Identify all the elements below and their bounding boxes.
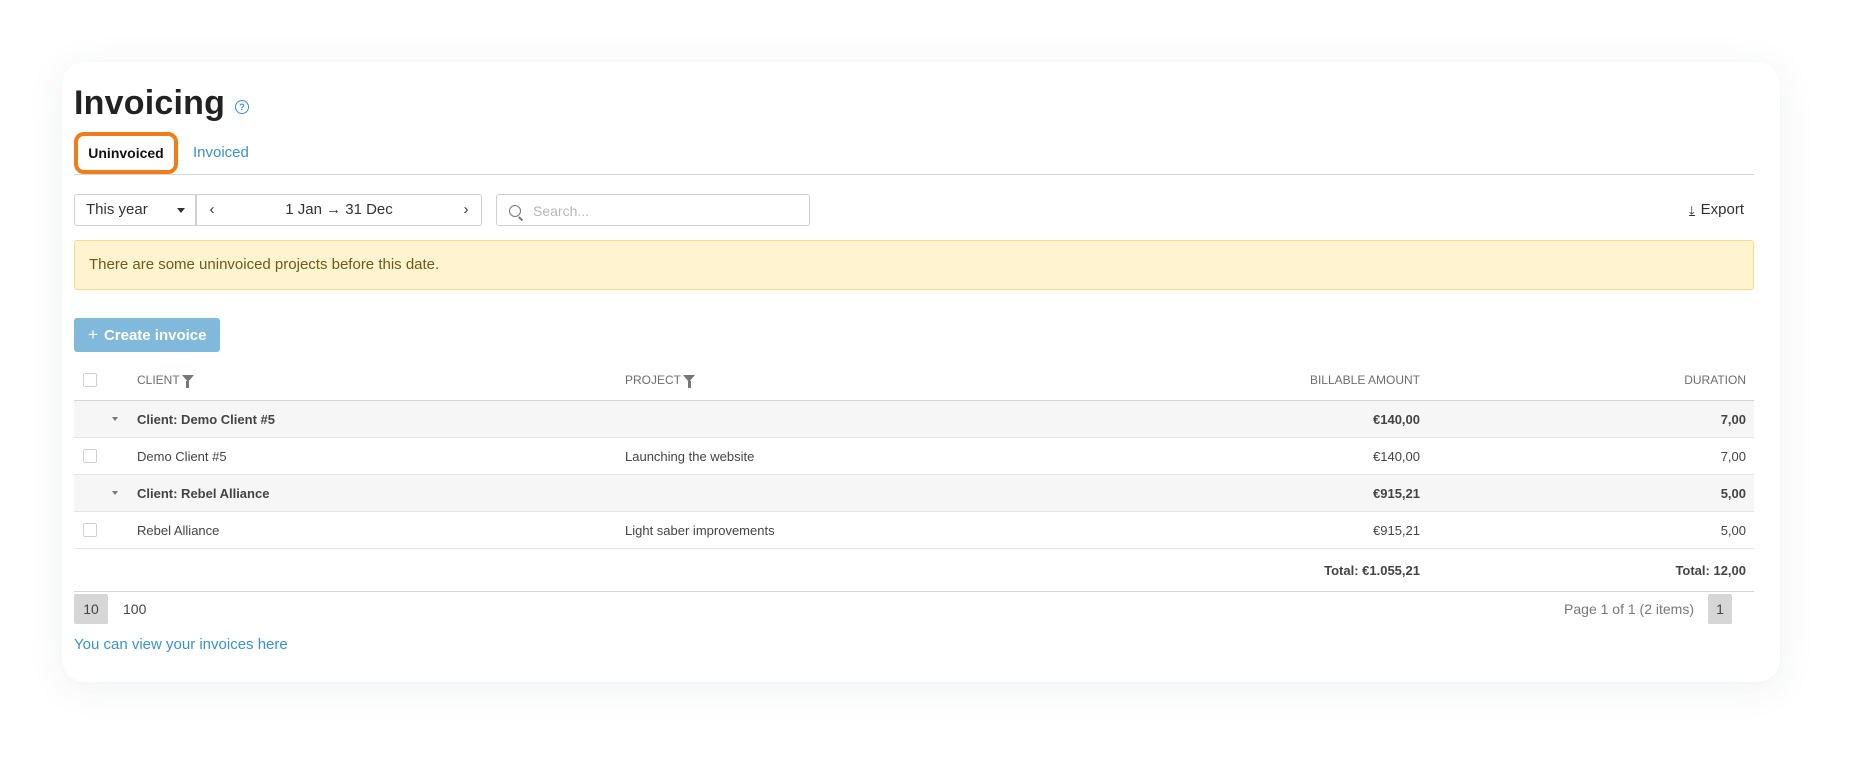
filter-icon[interactable] — [683, 374, 696, 388]
chevron-right-icon[interactable]: › — [455, 195, 477, 225]
tab-bar: Uninvoiced Invoiced — [74, 132, 1754, 175]
view-invoices-link[interactable]: You can view your invoices here — [74, 636, 288, 653]
row-client: Demo Client #5 — [137, 448, 227, 464]
row-duration: 7,00 — [1720, 448, 1746, 464]
page-size-10[interactable]: 10 — [74, 594, 108, 624]
period-select-value: This year — [86, 201, 148, 218]
row-project: Light saber improvements — [625, 522, 775, 538]
totals-row: Total: €1.055,21 Total: 12,00 — [74, 549, 1754, 592]
column-amount: BILLABLE AMOUNT — [1309, 373, 1420, 387]
toolbar: This year 1 Jan → 31 Dec ‹ › ⤓ Export — [74, 194, 1754, 227]
search-icon — [509, 205, 521, 217]
export-button[interactable]: ⤓ Export — [1688, 194, 1744, 226]
group-amount: €915,21 — [1373, 485, 1420, 501]
search-box — [496, 194, 810, 227]
column-duration: DURATION — [1684, 373, 1746, 387]
header-checkbox-cell — [83, 360, 97, 400]
collapse-caret-icon[interactable] — [112, 491, 118, 495]
tab-invoiced[interactable]: Invoiced — [193, 132, 249, 174]
row-client: Rebel Alliance — [137, 522, 220, 538]
column-project: PROJECT — [625, 360, 696, 400]
create-invoice-label: Create invoice — [103, 327, 207, 344]
page-size-100[interactable]: 100 — [123, 594, 146, 624]
table-footer: 10 100 Page 1 of 1 (2 items) 1 — [74, 594, 1754, 624]
period-select[interactable]: This year — [74, 194, 196, 226]
group-amount: €140,00 — [1373, 411, 1420, 427]
page-title: Invoicing — [74, 84, 226, 122]
select-all-checkbox[interactable] — [83, 373, 97, 387]
date-range: 1 Jan → 31 Dec ‹ › — [196, 194, 482, 226]
help-icon[interactable]: ? — [235, 99, 250, 114]
filter-icon[interactable] — [181, 374, 194, 388]
row-checkbox[interactable] — [83, 449, 97, 463]
page-button-1[interactable]: 1 — [1708, 594, 1732, 624]
group-label: Client: Rebel Alliance — [137, 485, 270, 501]
row-amount: €915,21 — [1373, 522, 1420, 538]
group-row[interactable]: Client: Rebel Alliance €915,21 5,00 — [74, 475, 1754, 512]
group-row[interactable]: Client: Demo Client #5 €140,00 7,00 — [74, 401, 1754, 438]
warning-alert: There are some uninvoiced projects befor… — [74, 240, 1754, 290]
chevron-left-icon[interactable]: ‹ — [201, 195, 223, 225]
row-checkbox[interactable] — [83, 523, 97, 537]
page-info: Page 1 of 1 (2 items) — [1564, 601, 1694, 617]
row-duration: 5,00 — [1720, 522, 1746, 538]
group-duration: 7,00 — [1720, 411, 1746, 427]
total-amount: Total: €1.055,21 — [1324, 562, 1420, 578]
total-duration: Total: 12,00 — [1675, 562, 1746, 578]
row-checkbox-cell — [83, 438, 97, 474]
tab-uninvoiced[interactable]: Uninvoiced — [74, 132, 178, 174]
table-header: CLIENT PROJECT BILLABLE AMOUNT DURATION — [74, 360, 1754, 401]
group-label: Client: Demo Client #5 — [137, 411, 275, 427]
row-amount: €140,00 — [1373, 448, 1420, 464]
column-client: CLIENT — [137, 360, 194, 400]
download-icon: ⤓ — [1688, 203, 1695, 218]
date-range-label: 1 Jan → 31 Dec — [285, 201, 393, 218]
collapse-caret-icon[interactable] — [112, 417, 118, 421]
table-row[interactable]: Demo Client #5 Launching the website €14… — [74, 438, 1754, 475]
uninvoiced-table: CLIENT PROJECT BILLABLE AMOUNT DURATION … — [74, 360, 1754, 592]
search-input[interactable] — [531, 195, 805, 227]
plus-icon: + — [88, 325, 98, 344]
column-client-label: CLIENT — [137, 373, 180, 387]
create-invoice-button[interactable]: + Create invoice — [74, 318, 221, 352]
row-project: Launching the website — [625, 448, 755, 464]
invoicing-card: Invoicing ? Uninvoiced Invoiced This yea… — [62, 62, 1780, 682]
title-row: Invoicing ? — [74, 84, 250, 123]
table-row[interactable]: Rebel Alliance Light saber improvements … — [74, 512, 1754, 549]
group-toggle-cell — [112, 401, 118, 437]
caret-down-icon — [177, 208, 185, 213]
group-duration: 5,00 — [1720, 485, 1746, 501]
row-checkbox-cell — [83, 512, 97, 548]
column-project-label: PROJECT — [625, 373, 682, 387]
export-label: Export — [1700, 201, 1744, 218]
group-toggle-cell — [112, 475, 118, 511]
